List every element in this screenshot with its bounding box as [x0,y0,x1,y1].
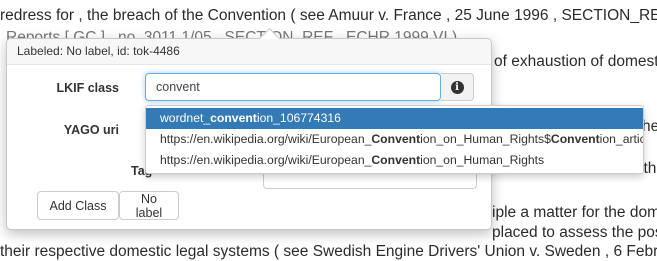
lkif-class-input[interactable] [145,73,441,101]
tag-field[interactable] [263,173,477,189]
option-text: https://en.wikipedia.org/wiki/European_ [160,153,372,167]
option-text: ion_on_Human_Rights$ [420,132,551,146]
info-circle-icon: i [450,80,464,94]
option-match: convent [210,111,257,125]
autocomplete-option[interactable]: wordnet_convention_106774316 [146,108,643,129]
option-text: ion_on_Human_Rights [420,153,545,167]
option-text: ion_106774316 [256,111,341,125]
option-match: Convent [371,153,421,167]
document-text-line-1: redress for , the breach of the Conventi… [0,7,657,24]
option-text: wordnet_ [160,111,211,125]
document-text-line-4: he [642,118,657,135]
document-text-line-8: their respective domestic legal systems … [0,243,657,260]
popover-header: Labeled: No label, id: tok-4486 [7,39,491,65]
autocomplete-option[interactable]: https://en.wikipedia.org/wiki/European_C… [146,150,643,171]
info-button[interactable]: i [441,73,474,101]
yago-uri-label: YAGO uri [63,123,119,137]
no-label-button[interactable]: No label [119,191,179,220]
autocomplete-option[interactable]: https://en.wikipedia.org/wiki/European_C… [146,129,643,150]
document-text-line-3: of exhaustion of domesti [494,53,657,70]
option-text: ion_articles [599,132,643,146]
document-text-line-7: placed to assess the poss [492,224,657,241]
option-text: https://en.wikipedia.org/wiki/European_ [160,132,372,146]
lkif-class-label: LKIF class [56,81,119,95]
option-match: Convent [371,132,421,146]
document-text-line-6: iple a matter for the dom [492,204,657,221]
add-class-button[interactable]: Add Class [37,191,119,220]
option-match: Convent [550,132,600,146]
autocomplete-dropdown: wordnet_convention_106774316 https://en.… [145,105,644,174]
